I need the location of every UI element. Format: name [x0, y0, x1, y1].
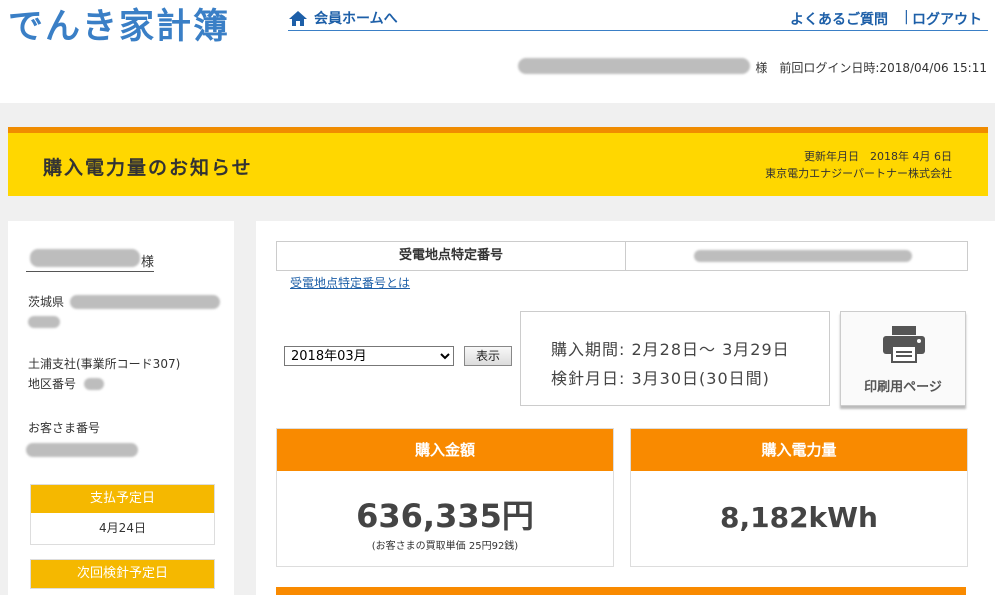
purchase-amount-label: 購入金額 [277, 429, 613, 471]
customer-number-label: お客さま番号 [28, 421, 101, 435]
payment-due-label: 支払予定日 [31, 485, 214, 513]
redacted-supply-point [694, 250, 912, 262]
period-box: 購入期間: 2月28日〜 3月29日 検針月日: 3月30日(30日間) [520, 311, 830, 406]
customer-sidebar: 様 茨城県 土浦支社(事業所コード307) 地区番号 お客さま番号 支払予定日 … [8, 221, 234, 595]
next-meter-box: 次回検針予定日 [30, 559, 215, 589]
supply-point-label: 受電地点特定番号 [277, 242, 626, 270]
purchase-energy-value: 8,182kWh [719, 501, 878, 534]
customer-name: 様 [26, 251, 154, 272]
redacted-address [70, 295, 220, 309]
site-logo[interactable]: でんき家計簿 [8, 0, 230, 49]
print-page-button[interactable]: 印刷用ページ [840, 311, 966, 406]
logout-link[interactable]: ログアウト [912, 9, 982, 29]
purchase-energy-card: 購入電力量 8,182kWh [630, 428, 968, 567]
update-date: 更新年月日 2018年 4月 6日 [804, 150, 952, 163]
branch-office: 土浦支社(事業所コード307) [28, 357, 181, 371]
member-home-link[interactable]: 会員ホームへ [288, 8, 398, 28]
top-bar: でんき家計簿 会員ホームへ よくあるご質問 | ログアウト 様 前回ログイン日時… [0, 0, 995, 103]
month-select[interactable]: 2018年03月 [284, 346, 454, 366]
purchase-energy-label: 購入電力量 [631, 429, 967, 471]
meter-reading-date: 検針月日: 3月30日(30日間) [551, 369, 770, 388]
payment-due-box: 支払予定日 4月24日 [30, 484, 215, 545]
purchase-period: 購入期間: 2月28日〜 3月29日 [551, 340, 790, 359]
redacted-address-2 [28, 316, 60, 328]
main-panel: 受電地点特定番号 受電地点特定番号とは 2018年03月 表示 購入期間: 2月… [256, 221, 995, 595]
home-icon [289, 10, 307, 26]
nav-separator: | [904, 9, 909, 25]
purchase-amount-card: 購入金額 636,335円 (お客さまの買取単価 25円92銭) [276, 428, 614, 567]
banner-meta: 更新年月日 2018年 4月 6日 東京電力エナジーパートナー株式会社 [765, 148, 952, 182]
redacted-name [518, 58, 750, 74]
show-button[interactable]: 表示 [464, 346, 512, 366]
page-banner: 購入電力量のお知らせ 更新年月日 2018年 4月 6日 東京電力エナジーパート… [8, 133, 988, 196]
purchase-unit-price: (お客さまの買取単価 25円92銭) [371, 541, 519, 552]
page-title: 購入電力量のお知らせ [43, 157, 253, 179]
last-login-info: 様 前回ログイン日時:2018/04/06 15:11 [755, 61, 987, 75]
payment-due-value: 4月24日 [31, 513, 214, 544]
redacted-district [84, 378, 104, 390]
next-meter-label: 次回検針予定日 [31, 560, 214, 588]
district-number-label: 地区番号 [28, 377, 77, 391]
redacted-customer-number [26, 443, 138, 457]
purchase-amount-value: 636,335円 [356, 497, 534, 535]
address-prefecture: 茨城県 [28, 295, 65, 309]
faq-link[interactable]: よくあるご質問 [790, 9, 888, 29]
member-home-label: 会員ホームへ [314, 11, 398, 27]
print-page-label: 印刷用ページ [864, 380, 942, 395]
printer-icon [883, 326, 925, 363]
supply-point-help-link[interactable]: 受電地点特定番号とは [290, 274, 410, 291]
company-name: 東京電力エナジーパートナー株式会社 [765, 167, 952, 180]
next-section-header [276, 587, 966, 595]
nav-divider [288, 30, 988, 31]
